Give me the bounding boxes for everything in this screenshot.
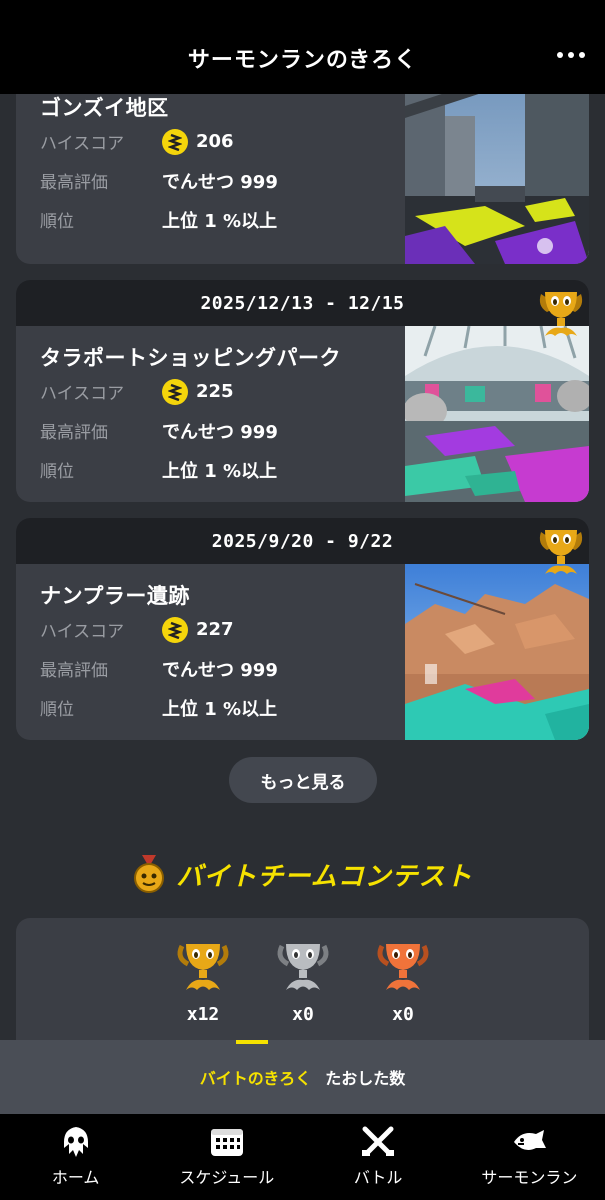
rank-value: 上位 1 %以上 <box>162 460 278 482</box>
active-tab-indicator <box>236 1040 268 1044</box>
record-card: 2025/12/13 - 12/15 タラポートショッピングパーク ハイスコア … <box>16 280 589 502</box>
nav-salmon-run[interactable]: サーモンラン <box>454 1114 605 1200</box>
silver-trophy-icon <box>277 944 329 990</box>
silver-medal-stat: x0 <box>270 940 336 1025</box>
bronze-count: x0 <box>392 1004 414 1025</box>
contest-title: バイトチームコンテスト <box>176 861 473 892</box>
bottom-nav: ホーム スケジュール バトル サーモンラン <box>0 1114 605 1200</box>
nav-salmon-run-label: サーモンラン <box>481 1168 578 1187</box>
high-score-label: ハイスコア <box>40 384 125 404</box>
see-more-button[interactable]: もっと見る <box>229 757 377 803</box>
gold-trophy-icon <box>539 292 583 336</box>
scroll-content[interactable]: ゴンズイ地区 ハイスコア 206 最高評価 でんせつ 999 順位 上位 1 %… <box>0 94 605 1114</box>
high-score-value: 227 <box>196 619 234 640</box>
page-title: サーモンランのきろく <box>187 48 418 73</box>
rank-label: 順位 <box>40 462 74 482</box>
golden-egg-icon <box>162 128 188 155</box>
stage-name: ナンプラー遺跡 <box>40 584 190 608</box>
nav-battle[interactable]: バトル <box>303 1114 454 1200</box>
rank-value: 上位 1 %以上 <box>162 210 278 232</box>
golden-egg-icon <box>162 378 188 405</box>
stage-image <box>405 326 589 502</box>
stage-image <box>405 94 589 264</box>
gold-medal-stat: x12 <box>170 940 236 1025</box>
nav-schedule-label: スケジュール <box>179 1168 275 1187</box>
best-rating-value: でんせつ 999 <box>162 421 278 443</box>
tab-work-records[interactable]: バイトのきろく <box>200 1065 312 1089</box>
nav-home-label: ホーム <box>51 1168 100 1187</box>
best-rating-value: でんせつ 999 <box>162 659 278 681</box>
calendar-icon <box>210 1129 243 1156</box>
rank-label: 順位 <box>40 700 74 720</box>
subtab-bar: バイトのきろく たおした数 <box>0 1040 605 1114</box>
medal-icon <box>134 855 165 893</box>
gold-trophy-icon <box>177 944 229 990</box>
best-rating-value: でんせつ 999 <box>162 171 278 193</box>
stage-name: タラポートショッピングパーク <box>40 346 341 370</box>
crossed-weapons-icon <box>362 1126 395 1156</box>
gold-count: x12 <box>186 1004 220 1025</box>
date-range: 2025/12/13 - 12/15 <box>16 280 589 326</box>
nav-schedule[interactable]: スケジュール <box>151 1114 302 1200</box>
stage-name: ゴンズイ地区 <box>40 96 169 120</box>
stage-image <box>405 564 589 740</box>
salmon-icon <box>514 1130 547 1150</box>
high-score-label: ハイスコア <box>40 622 125 642</box>
date-range: 2025/9/20 - 9/22 <box>16 518 589 564</box>
nav-home[interactable]: ホーム <box>0 1114 151 1200</box>
contest-heading: バイトチームコンテスト <box>0 852 605 896</box>
tab-defeated-count[interactable]: たおした数 <box>325 1065 405 1089</box>
record-card: 2025/9/20 - 9/22 ナンプラー遺跡 ハイスコア 227 最高評価 … <box>16 518 589 740</box>
app-header: サーモンランのきろく <box>0 0 605 94</box>
high-score-label: ハイスコア <box>40 134 125 154</box>
silver-count: x0 <box>292 1004 314 1025</box>
gold-trophy-icon <box>539 530 583 574</box>
record-card: ゴンズイ地区 ハイスコア 206 最高評価 でんせつ 999 順位 上位 1 %… <box>16 94 589 264</box>
bronze-trophy-icon <box>377 944 429 990</box>
best-rating-label: 最高評価 <box>40 661 108 681</box>
more-options-icon[interactable] <box>557 52 585 58</box>
squid-icon <box>63 1127 88 1157</box>
high-score-value: 225 <box>196 381 234 402</box>
bronze-medal-stat: x0 <box>370 940 436 1025</box>
rank-value: 上位 1 %以上 <box>162 698 278 720</box>
rank-label: 順位 <box>40 212 74 232</box>
high-score-value: 206 <box>196 131 234 152</box>
best-rating-label: 最高評価 <box>40 173 108 193</box>
best-rating-label: 最高評価 <box>40 423 108 443</box>
golden-egg-icon <box>162 616 188 643</box>
nav-battle-label: バトル <box>353 1168 403 1187</box>
